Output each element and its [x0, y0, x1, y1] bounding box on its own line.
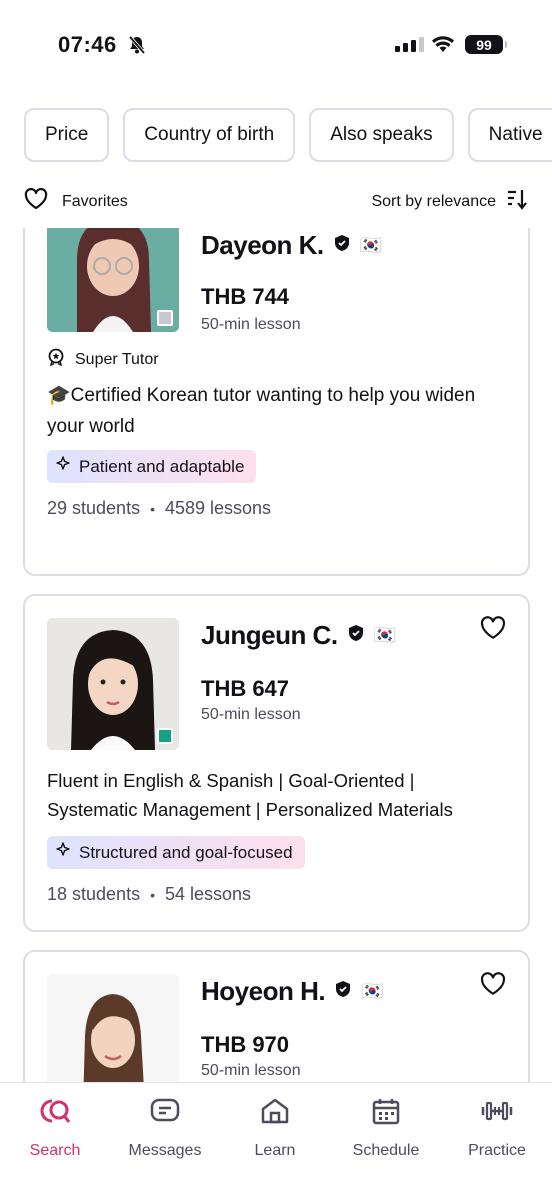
sparkle-icon [55, 456, 71, 477]
filter-also-speaks[interactable]: Also speaks [309, 108, 454, 162]
super-tutor-badge: Super Tutor [47, 348, 159, 371]
tutor-card[interactable]: Jungeun C. 🇰🇷 THB 647 50-min lesson Flue… [23, 594, 530, 932]
tutor-name: Dayeon K. [201, 230, 324, 260]
nav-practice[interactable]: Practice [442, 1097, 552, 1160]
verified-shield-icon [334, 234, 350, 257]
nav-schedule[interactable]: Schedule [331, 1097, 441, 1160]
tutor-card[interactable]: Hoyeon H. 🇰🇷 THB 970 50-min lesson [23, 950, 530, 1082]
students-count: 29 students [47, 498, 141, 518]
nav-label: Schedule [352, 1142, 420, 1159]
tutor-avatar [47, 228, 179, 332]
search-icon [38, 1097, 72, 1130]
favorites-button[interactable]: Favorites [24, 188, 128, 215]
nav-label: Practice [468, 1142, 526, 1159]
tutor-trait-tag: Patient and adaptable [47, 450, 257, 483]
filter-price[interactable]: Price [24, 108, 110, 162]
lessons-count: 4589 lessons [164, 498, 272, 518]
tutor-trait-tag: Structured and goal-focused [47, 836, 305, 869]
trait-label: Structured and goal-focused [79, 842, 293, 862]
status-time: 07:46 [58, 32, 117, 57]
flag-korea-icon: 🇰🇷 [359, 235, 383, 255]
favorite-heart-icon[interactable] [480, 972, 506, 1001]
favorites-label: Favorites [62, 192, 128, 210]
tutor-name: Jungeun C. [201, 620, 338, 650]
tutor-card[interactable]: Dayeon K. 🇰🇷 THB 744 50-min lesson Super… [23, 228, 530, 576]
battery-indicator: 99 [465, 35, 507, 54]
wifi-icon [431, 34, 455, 59]
separator-dot: • [150, 886, 155, 903]
lesson-duration: 50-min lesson [201, 1062, 301, 1079]
status-indicator [157, 728, 173, 744]
tutor-stats: 18 students • 54 lessons [47, 884, 251, 905]
status-bar: 07:46 99 [0, 0, 552, 90]
flag-korea-icon: 🇰🇷 [361, 981, 384, 1001]
separator-dot: • [150, 500, 155, 517]
status-indicator [157, 310, 173, 326]
tutor-stats: 29 students • 4589 lessons [47, 498, 271, 519]
calendar-icon [371, 1097, 401, 1130]
messages-icon [150, 1097, 180, 1130]
bell-muted-icon [127, 35, 147, 60]
filter-native[interactable]: Native [467, 108, 552, 162]
filter-chips: Price Country of birth Also speaks Nativ… [24, 108, 552, 162]
lesson-duration: 50-min lesson [201, 706, 301, 723]
sort-button[interactable]: Sort by relevance [371, 188, 528, 215]
nav-label: Search [29, 1142, 81, 1159]
award-icon [47, 348, 65, 371]
sparkle-icon [55, 842, 71, 863]
verified-shield-icon [348, 624, 364, 647]
students-count: 18 students [47, 884, 141, 904]
tutor-list[interactable]: Dayeon K. 🇰🇷 THB 744 50-min lesson Super… [0, 228, 552, 1082]
dumbbell-icon [481, 1097, 513, 1130]
super-tutor-label: Super Tutor [75, 350, 159, 368]
tutor-price: THB 647 [201, 676, 290, 701]
tutor-name: Hoyeon H. [201, 976, 326, 1006]
nav-label: Learn [254, 1142, 296, 1159]
tutor-headline: 🎓Certified Korean tutor wanting to help … [47, 385, 476, 437]
bottom-navigation: Search Messages Learn Schedule Practice [0, 1082, 552, 1200]
lesson-duration: 50-min lesson [201, 316, 301, 333]
filter-country-of-birth[interactable]: Country of birth [123, 108, 296, 162]
nav-learn[interactable]: Learn [220, 1097, 330, 1160]
favorite-heart-icon[interactable] [480, 616, 506, 645]
sort-icon [506, 188, 528, 215]
tutor-avatar [47, 974, 179, 1082]
tutor-avatar [47, 618, 179, 750]
lessons-count: 54 lessons [164, 884, 252, 904]
verified-shield-icon [335, 980, 351, 1003]
tutor-price: THB 744 [201, 284, 290, 309]
nav-messages[interactable]: Messages [110, 1097, 220, 1160]
flag-korea-icon: 🇰🇷 [373, 625, 396, 645]
nav-label: Messages [128, 1142, 202, 1159]
home-icon [260, 1097, 290, 1130]
nav-search[interactable]: Search [0, 1097, 110, 1160]
trait-label: Patient and adaptable [79, 456, 245, 476]
tutor-price: THB 970 [201, 1032, 290, 1057]
sort-label: Sort by relevance [371, 192, 496, 210]
cellular-signal-icon [395, 37, 424, 52]
tutor-headline: Fluent in English & Spanish | Goal-Orien… [47, 770, 453, 820]
list-subheader: Favorites Sort by relevance [0, 182, 552, 218]
heart-icon [24, 188, 48, 215]
